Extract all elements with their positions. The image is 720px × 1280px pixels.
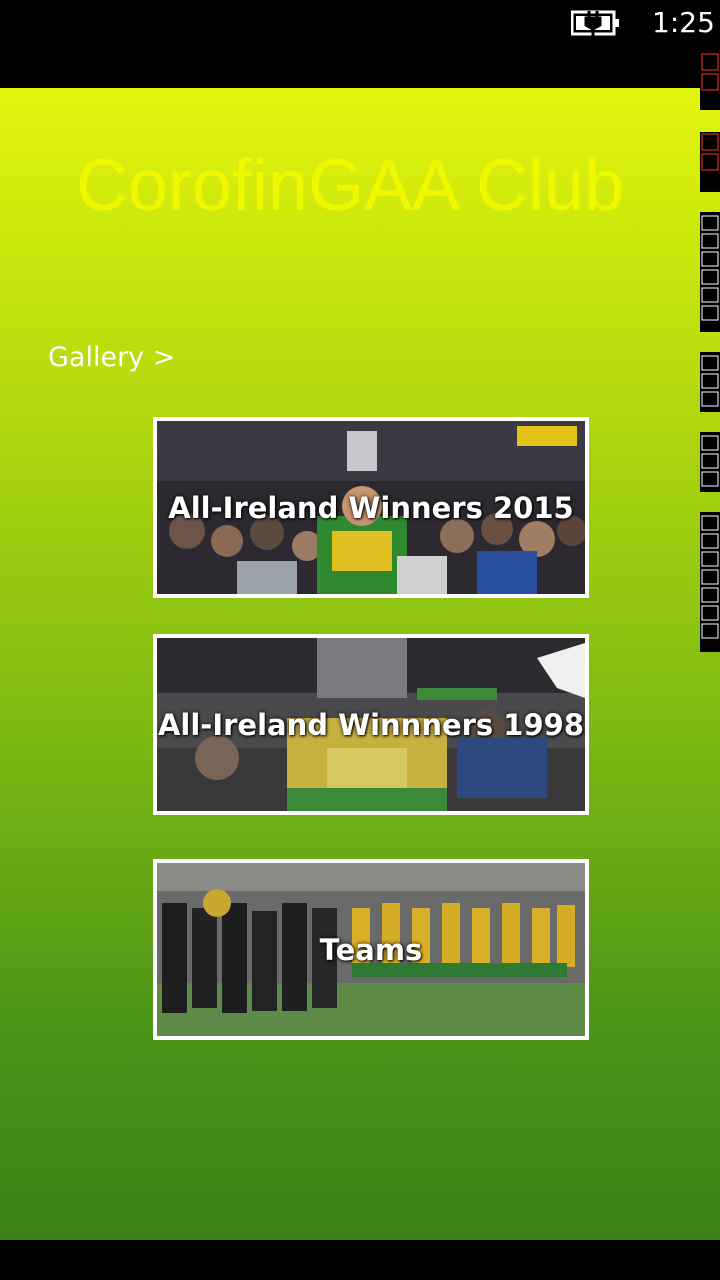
status-bar: 1:25	[0, 0, 720, 88]
page-title: CorofinGAA Club	[75, 146, 625, 226]
tile-all-ireland-2015[interactable]: All-Ireland Winners 2015	[153, 417, 589, 598]
battery-charging-icon	[571, 10, 619, 36]
tile-teams[interactable]: Teams	[153, 859, 589, 1040]
tile-photo: Teams	[157, 863, 585, 1036]
tile-photo: All-Ireland Winners 2015	[157, 421, 585, 594]
tile-label: Teams	[319, 932, 423, 967]
gallery-link[interactable]: Gallery >	[48, 342, 175, 373]
tile-all-ireland-1998[interactable]: All-Ireland Winnners 1998	[153, 634, 589, 815]
clock: 1:25	[652, 6, 715, 39]
debug-counter-strip	[700, 52, 720, 652]
tile-photo: All-Ireland Winnners 1998	[157, 638, 585, 811]
main-content: CorofinGAA Club Gallery > All-Ireland Wi…	[0, 88, 720, 1240]
tile-label: All-Ireland Winnners 1998	[157, 707, 585, 742]
bottom-bar	[0, 1240, 720, 1280]
tile-label: All-Ireland Winners 2015	[168, 490, 574, 525]
